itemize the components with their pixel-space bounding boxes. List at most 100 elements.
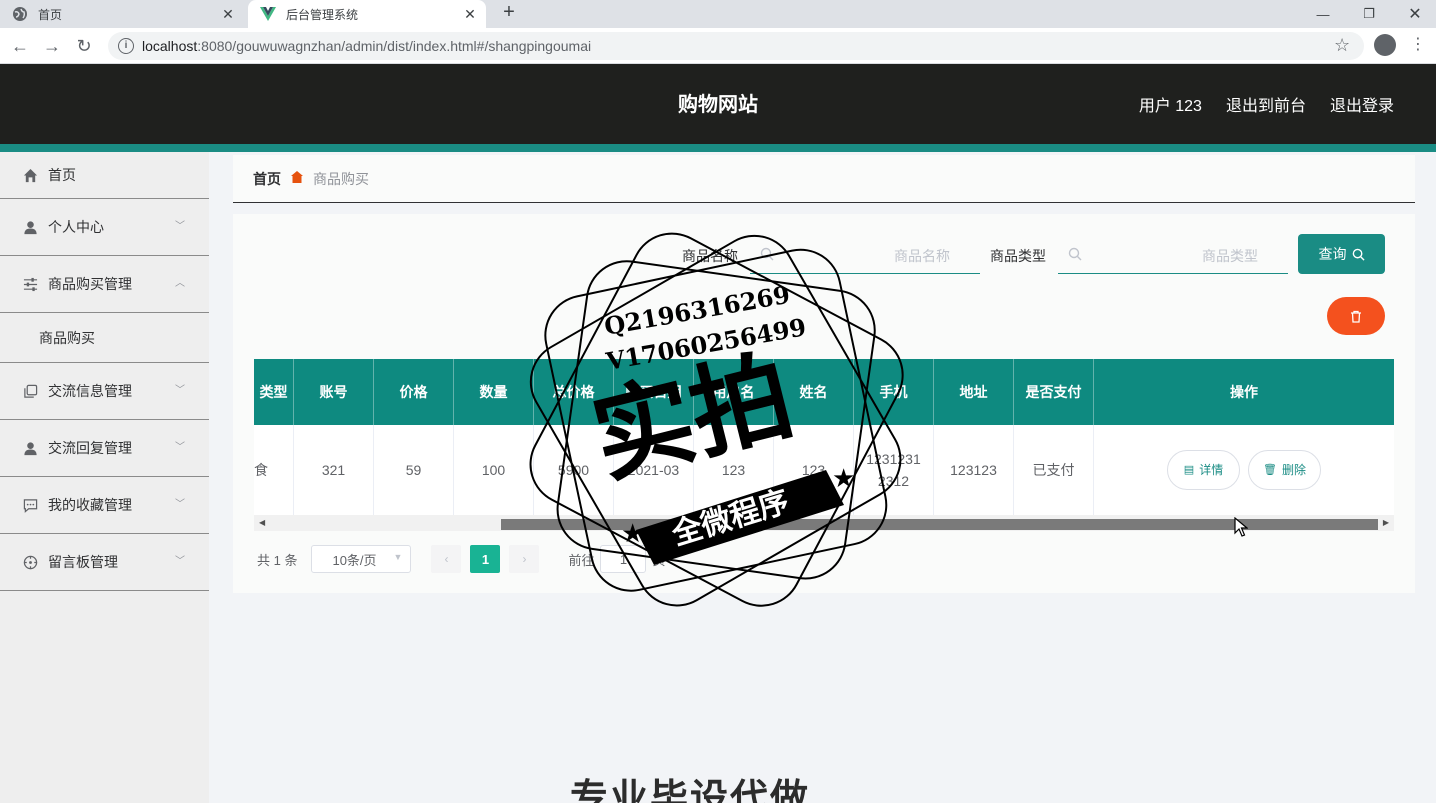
prev-page-button[interactable]: ‹ [431, 545, 462, 573]
cell-name: 123 [774, 425, 854, 515]
batch-delete-button[interactable] [1327, 297, 1385, 335]
col-header-phone: 手机 [854, 359, 934, 425]
search-icon [1068, 247, 1082, 261]
goto-label: 前往 [568, 552, 595, 568]
col-header-quantity: 数量 [454, 359, 534, 425]
back-icon[interactable]: ← [8, 34, 32, 58]
account-icon[interactable] [1374, 34, 1396, 56]
horizontal-scrollbar[interactable]: ◀ ▶ [254, 515, 1394, 531]
vue-logo-icon [260, 6, 276, 22]
page-number-current[interactable]: 1 [470, 545, 501, 573]
sidebar-item-favorites[interactable]: 我的收藏管理 ﹀ [0, 477, 209, 534]
bookmark-star-icon[interactable]: ☆ [1334, 35, 1350, 56]
sidebar-subitem-label: 商品购买 [39, 329, 95, 346]
delete-button-label: 删除 [1281, 463, 1306, 477]
user-name: 用户 123 [1138, 98, 1202, 115]
input-placeholder: 商品名称 [894, 248, 950, 264]
sidebar-item-label: 个人中心 [48, 219, 104, 235]
close-window-icon[interactable]: ✕ [1392, 0, 1436, 28]
minimize-icon[interactable]: — [1300, 0, 1346, 28]
next-page-button[interactable]: › [509, 545, 540, 573]
sidebar-item-message-board[interactable]: 留言板管理 ﹀ [0, 534, 209, 591]
reload-icon[interactable]: ↻ [72, 34, 96, 58]
close-icon[interactable]: ✕ [462, 6, 478, 22]
cell-address: 123123 [934, 425, 1014, 515]
detail-button[interactable]: ▤ 详情 [1167, 450, 1240, 490]
cell-paid: 已支付 [1014, 425, 1094, 515]
chevron-down-icon: ﹀ [175, 556, 185, 567]
cell-actions: ▤ 详情 🗑 删除 [1094, 425, 1394, 515]
home-icon [22, 167, 38, 183]
col-header-address: 地址 [934, 359, 1014, 425]
restore-icon[interactable]: ❐ [1346, 0, 1392, 28]
browser-menu-icon[interactable]: ⋮ [1410, 34, 1426, 54]
breadcrumb: 首页 商品购买 [233, 155, 1415, 203]
breadcrumb-home[interactable]: 首页 [253, 169, 281, 189]
sidebar-item-exchange-reply[interactable]: 交流回复管理 ﹀ [0, 420, 209, 477]
search-name-label: 商品名称 [682, 248, 738, 264]
pagination-total: 共 1 条 [257, 552, 298, 568]
sidebar-item-exchange-info[interactable]: 交流信息管理 ﹀ [0, 363, 209, 420]
delete-button[interactable]: 🗑 删除 [1248, 450, 1321, 490]
url-host: localhost [142, 38, 198, 54]
header-accent-strip [0, 144, 1436, 152]
close-icon[interactable]: ✕ [220, 6, 236, 22]
document-icon: ▤ [1183, 464, 1195, 476]
search-icon [760, 247, 774, 261]
sidebar-item-personal-center[interactable]: 个人中心 ﹀ [0, 199, 209, 256]
sliders-icon [22, 276, 38, 292]
back-to-front-link[interactable]: 退出到前台 [1226, 92, 1306, 116]
col-header-total: 总价格 [534, 359, 614, 425]
browser-tab-admin[interactable]: 后台管理系统 ✕ [248, 0, 486, 28]
cell-quantity: 100 [454, 425, 534, 515]
mouse-cursor-icon [1234, 517, 1248, 537]
compass-icon [22, 554, 38, 570]
home-separator-icon [291, 171, 303, 186]
product-type-input[interactable]: 商品类型 [1058, 236, 1288, 274]
col-header-actions: 操作 [1230, 384, 1258, 400]
goto-page-input[interactable]: 1 [600, 545, 647, 573]
cell-total: 5900 [534, 425, 614, 515]
footer-watermark: 专业毕设代做 [570, 778, 811, 803]
scroll-right-icon[interactable]: ▶ [1383, 518, 1389, 527]
sidebar-item-label: 我的收藏管理 [48, 497, 132, 513]
table-row: 食 321 59 100 5900 2021-03 123 123 123123… [254, 425, 1394, 515]
product-name-input[interactable]: 商品名称 [750, 236, 980, 274]
chevron-down-icon: ▼ [393, 552, 403, 562]
chevron-down-icon: ﹀ [175, 499, 185, 510]
browser-tab-bar: 首页 ✕ 后台管理系统 ✕ + — ❐ ✕ [0, 0, 1436, 28]
col-header-username: 用户名 [694, 359, 774, 425]
forward-icon[interactable]: → [40, 34, 64, 58]
sidebar-item-purchase-management[interactable]: 商品购买管理 ︿ [0, 256, 209, 313]
browser-tab-home[interactable]: 首页 ✕ [0, 0, 244, 28]
sidebar-item-label: 交流信息管理 [48, 383, 132, 399]
browser-tab-title: 首页 [38, 7, 63, 22]
trash-icon: 🗑 [1263, 464, 1277, 476]
input-placeholder: 商品类型 [1202, 248, 1258, 264]
url-path: :8080/gouwuwagnzhan/admin/dist/index.htm… [197, 38, 592, 54]
user-icon [22, 440, 38, 456]
chevron-down-icon: ﹀ [175, 442, 185, 453]
scroll-left-icon[interactable]: ◀ [259, 518, 265, 527]
sidebar-item-home[interactable]: 首页 [0, 152, 209, 199]
search-type-label: 商品类型 [990, 248, 1046, 264]
page-unit-label: 页 [652, 552, 666, 568]
copy-icon [22, 383, 38, 399]
sidebar-subitem-purchase[interactable]: 商品购买 [0, 313, 209, 363]
url-input[interactable]: i localhost:8080/gouwuwagnzhan/admin/dis… [108, 32, 1364, 60]
sidebar-item-label: 商品购买管理 [48, 276, 132, 292]
new-tab-icon[interactable]: + [498, 2, 520, 24]
data-table: 类型 账号 价格 数量 总价格 购买日期 用户名 姓名 手机 地址 是否支付 操… [254, 359, 1394, 531]
info-icon[interactable]: i [118, 38, 134, 54]
pagination: 共 1 条 10条/页 ▼ ‹ 1 › 前往 1 页 [257, 545, 666, 573]
logout-link[interactable]: 退出登录 [1330, 92, 1394, 116]
sidebar-item-label: 留言板管理 [48, 554, 118, 570]
query-button[interactable]: 查询 [1298, 234, 1385, 274]
detail-button-label: 详情 [1199, 463, 1224, 477]
cell-account: 321 [294, 425, 374, 515]
chevron-up-icon: ︿ [175, 278, 185, 289]
chevron-down-icon: ﹀ [175, 221, 185, 232]
page-size-select[interactable]: 10条/页 ▼ [311, 545, 412, 573]
cell-username: 123 [694, 425, 774, 515]
search-icon [1352, 248, 1365, 261]
